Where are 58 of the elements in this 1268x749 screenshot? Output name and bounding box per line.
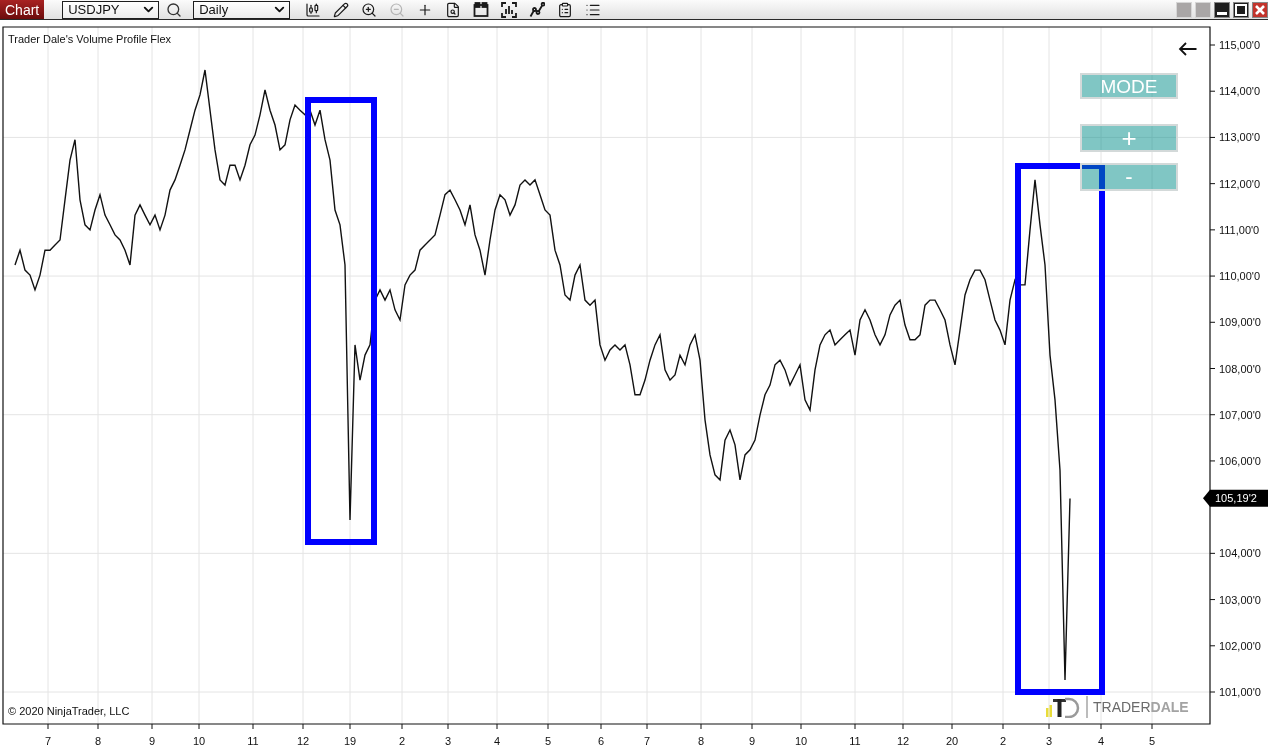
close-icon[interactable] bbox=[1252, 1, 1268, 18]
price-axis-label: 114,00'0 bbox=[1219, 85, 1261, 98]
chart-tab[interactable]: Chart bbox=[0, 0, 45, 19]
date-axis-label: 9 bbox=[748, 735, 756, 747]
price-axis-label: 103,00'0 bbox=[1219, 593, 1261, 606]
date-axis-label: 10 bbox=[192, 735, 206, 747]
search-icon[interactable] bbox=[166, 1, 183, 18]
price-axis-label: 115,00'0 bbox=[1219, 39, 1261, 51]
date-axis-label: 9 bbox=[148, 735, 156, 747]
candlestick-icon[interactable] bbox=[305, 1, 322, 18]
date-axis-label: 19 bbox=[343, 735, 357, 747]
price-axis-label: 101,00'0 bbox=[1219, 686, 1261, 698]
clipboard-icon[interactable] bbox=[557, 1, 574, 18]
price-axis-label: 112,00'0 bbox=[1219, 177, 1261, 190]
timeframe-dropdown[interactable]: Daily bbox=[193, 0, 291, 19]
date-axis-label: 11 bbox=[849, 735, 861, 747]
date-axis-label: 8 bbox=[94, 735, 102, 747]
date-axis-label: 10 bbox=[794, 735, 808, 747]
price-axis-label: 107,00'0 bbox=[1219, 408, 1261, 421]
date-axis-label: 3 bbox=[444, 735, 452, 747]
pencil-icon[interactable] bbox=[333, 1, 350, 18]
date-axis-label: 2 bbox=[398, 735, 406, 747]
panel-icon[interactable] bbox=[473, 1, 490, 18]
date-axis-label: 7 bbox=[643, 735, 651, 747]
last-price-tag: 105,19'2 bbox=[1203, 489, 1268, 507]
date-axis-label: 8 bbox=[697, 735, 705, 747]
copyright-text: © 2020 NinjaTrader, LLC bbox=[8, 705, 130, 717]
date-axis-label: 11 bbox=[247, 735, 259, 747]
price-axis-label: 113,00'0 bbox=[1219, 131, 1261, 144]
maximize-icon[interactable] bbox=[1233, 1, 1249, 18]
instrument-dropdown[interactable]: USDJPY bbox=[62, 0, 160, 19]
date-axis-label: 12 bbox=[896, 735, 910, 747]
date-axis-label: 7 bbox=[44, 735, 52, 747]
price-axis-label: 104,00'0 bbox=[1219, 547, 1261, 560]
logo-wordmark: TRADERDALE bbox=[1093, 699, 1189, 715]
minimize-icon[interactable] bbox=[1214, 1, 1230, 18]
date-axis-label: 4 bbox=[1097, 735, 1105, 747]
indicator-label: Trader Dale's Volume Profile Flex bbox=[8, 33, 172, 45]
date-axis-label: 12 bbox=[296, 735, 310, 747]
logo-mark-icon bbox=[1045, 696, 1088, 718]
date-axis-label: 5 bbox=[1148, 735, 1156, 747]
date-axis-label: 3 bbox=[1045, 735, 1053, 747]
date-axis-label: 4 bbox=[493, 735, 501, 747]
price-axis-label: 111,00'0 bbox=[1219, 223, 1260, 236]
date-axis-label: 5 bbox=[544, 735, 552, 747]
document-search-icon[interactable] bbox=[445, 1, 462, 18]
price-axis-label: 108,00'0 bbox=[1219, 362, 1261, 375]
zoom-in-icon[interactable] bbox=[361, 1, 378, 18]
date-axis-label: 20 bbox=[945, 735, 959, 747]
price-axis-label: 106,00'0 bbox=[1219, 454, 1261, 467]
bar-chart-icon[interactable] bbox=[501, 1, 518, 18]
price-axis-label: 102,00'0 bbox=[1219, 639, 1261, 652]
price-axis-label: 110,00'0 bbox=[1219, 270, 1261, 283]
date-axis-label: 6 bbox=[597, 735, 605, 747]
left-arrow-icon[interactable] bbox=[1178, 42, 1197, 56]
date-axis-label: 2 bbox=[999, 735, 1007, 747]
price-axis-label: 109,00'0 bbox=[1219, 316, 1261, 329]
line-chart-icon[interactable] bbox=[529, 1, 546, 18]
